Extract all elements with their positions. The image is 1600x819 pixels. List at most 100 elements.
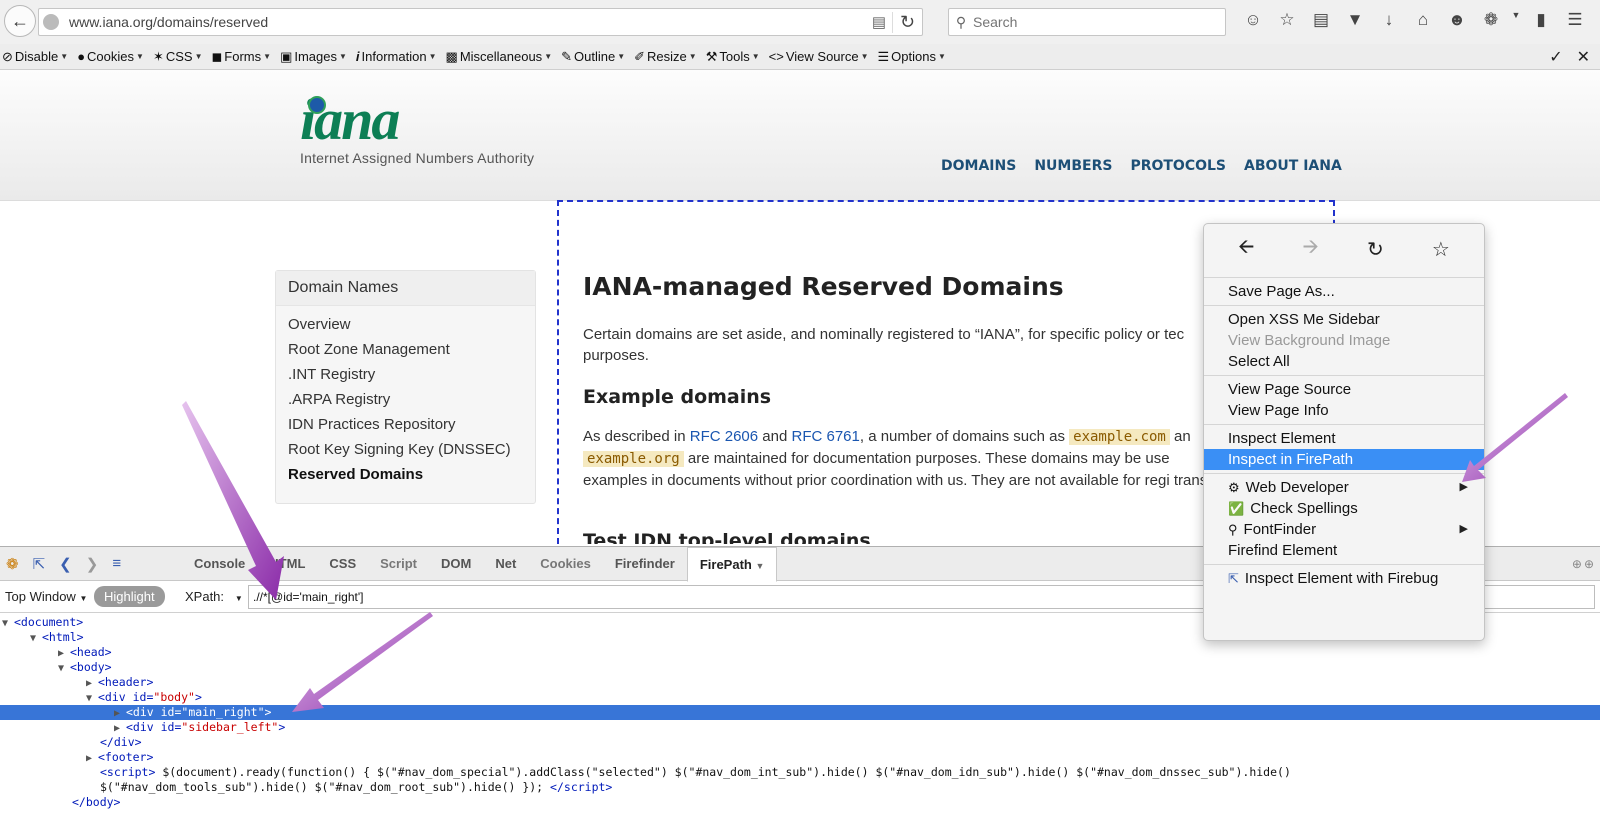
tree-row-div-close: </div> [100,735,142,749]
sidebar-item-reserved-domains[interactable]: Reserved Domains [276,462,535,487]
menu-icon[interactable]: ☰ [1558,10,1592,30]
reader-view-icon[interactable]: ▤ [866,13,892,31]
tree-row-sidebar-left[interactable]: ▶ <div id="sidebar_left"> [0,720,1600,735]
menu-select-all[interactable]: Select All [1204,351,1484,372]
search-input[interactable] [973,14,1213,30]
chevron-down-icon: ▼ [755,561,765,571]
image-icon: ▣ [280,48,293,64]
tab-html[interactable]: HTML [257,547,317,581]
tab-firefinder[interactable]: Firefinder [603,547,687,581]
nav-protocols[interactable]: PROTOCOLS [1130,158,1226,174]
wd-options-menu[interactable]: ☰ Options ▼ [878,49,946,65]
extension-face-icon[interactable]: ☺ [1236,10,1270,30]
wd-forms-menu[interactable]: ◼ Forms ▼ [212,49,272,65]
xpath-select[interactable]: XPath: ▼ [185,589,243,604]
top-window-select[interactable]: Top Window ▼ [5,589,87,604]
tab-cookies[interactable]: Cookies [528,547,603,581]
forward-icon[interactable]: ❯ [86,555,99,573]
tree-row-script[interactable]: <script> $(document).ready(function() { … [0,765,1600,780]
download-icon[interactable]: ↓ [1372,10,1406,30]
tab-console[interactable]: Console [182,547,257,581]
pocket-icon[interactable]: ▼ [1338,10,1372,30]
menu-web-developer[interactable]: ⚙ Web Developer ▶ [1204,477,1484,498]
menu-check-spellings[interactable]: ✅ Check Spellings [1204,498,1484,519]
menu-inspect-with-firebug[interactable]: ⇱ Inspect Element with Firebug [1204,568,1484,589]
tree-row-head[interactable]: ▶ <head> [0,645,1600,660]
rfc2606-link[interactable]: RFC 2606 [690,428,758,445]
search-bar[interactable]: ⚲ [948,8,1226,36]
tab-css[interactable]: CSS [317,547,368,581]
wd-tools-menu[interactable]: ⚒ Tools ▼ [706,49,760,65]
menu-view-page-info[interactable]: View Page Info [1204,400,1484,421]
menu-view-page-source[interactable]: View Page Source [1204,379,1484,400]
back-icon[interactable]: 🡨 [1238,232,1254,266]
cube-icon: ▩ [445,48,458,64]
url-bar[interactable]: www.iana.org/domains/reserved ▤ ↻ [38,8,923,36]
back-icon[interactable]: ❮ [59,555,72,573]
tree-row-div-body[interactable]: ▼ <div id="body"> [0,690,1600,705]
iana-logo[interactable]: iana Internet Assigned Numbers Authority [300,91,534,167]
wd-images-menu[interactable]: ▣ Images ▼ [280,49,347,65]
sidebar-item-root-key[interactable]: Root Key Signing Key (DNSSEC) [276,437,535,462]
dropdown-icon[interactable]: ▼ [1508,10,1524,30]
wd-miscellaneous-menu[interactable]: ▩ Miscellaneous ▼ [446,49,553,65]
highlight-button[interactable]: Highlight [94,586,165,607]
sidebar-item-idn-practices[interactable]: IDN Practices Repository [276,412,535,437]
sidebar-item-arpa-registry[interactable]: .ARPA Registry [276,387,535,412]
menu-inspect-element[interactable]: Inspect Element [1204,428,1484,449]
menu-fontfinder[interactable]: ⚲ FontFinder ▶ [1204,519,1484,540]
wd-disable-menu[interactable]: ⊘ Disable ▼ [2,49,68,65]
search-icon: ⚲ [955,13,967,30]
forward-icon[interactable]: 🡪 [1303,232,1319,266]
firebug-icon[interactable]: ❁ [1474,10,1508,30]
reading-list-icon[interactable]: ▤ [1304,10,1338,30]
firebug-window-controls[interactable]: ⊕⊕ [1572,557,1596,571]
tree-row-footer[interactable]: ▶ <footer> [0,750,1600,765]
menu-view-background-image: View Background Image [1228,332,1391,349]
menu-open-xss-me[interactable]: Open XSS Me Sidebar [1204,309,1484,330]
wd-resize-menu[interactable]: ✐ Resize ▼ [634,49,697,65]
close-icon[interactable]: ✕ [1577,47,1590,67]
sidebar-item-int-registry[interactable]: .INT Registry [276,362,535,387]
checkmark-icon[interactable]: ✓ [1549,47,1562,67]
tab-firepath[interactable]: FirePath ▼ [686,547,778,582]
firebug-icon[interactable]: ❁ [6,555,19,573]
wd-information-menu[interactable]: i Information ▼ [356,49,437,64]
back-button[interactable]: ← [4,5,36,37]
pencil-icon: ✎ [561,48,573,64]
bookmark-star-icon[interactable]: ☆ [1270,10,1304,30]
sidebar-item-overview[interactable]: Overview [276,312,535,337]
reload-icon[interactable]: ↻ [892,11,922,33]
sidebar-item-root-zone[interactable]: Root Zone Management [276,337,535,362]
menu-firefind-element[interactable]: Firefind Element [1204,540,1484,561]
rfc6761-link[interactable]: RFC 6761 [791,428,859,445]
nav-numbers[interactable]: NUMBERS [1034,158,1112,174]
menu-inspect-in-firepath[interactable]: Inspect in FirePath [1204,449,1484,470]
dom-tree: ▼ <document> ▼ <html> ▶ <head> ▼ <body> ▶ <he… [0,613,1600,810]
submenu-arrow-icon: ▶ [1459,481,1468,493]
wd-view-source-menu[interactable]: <> View Source ▼ [769,49,869,64]
home-icon[interactable]: ⌂ [1406,10,1440,30]
wd-css-menu[interactable]: ✶ CSS ▼ [153,49,203,65]
bookmark-star-icon[interactable]: ☆ [1432,237,1450,262]
wrench-icon: ⚒ [705,48,718,64]
reload-icon[interactable]: ↻ [1367,237,1384,262]
tab-script[interactable]: Script [368,547,429,581]
sidebar-icon[interactable]: ▮ [1524,10,1558,30]
nav-about-iana[interactable]: ABOUT IANA [1244,158,1342,174]
wd-cookies-menu[interactable]: ● Cookies ▼ [77,49,144,64]
tab-net[interactable]: Net [483,547,528,581]
back-arrow-icon: ← [11,10,29,31]
tree-row-main-right[interactable]: ▶ <div id="main_right"> [0,705,1600,720]
person-icon: ● [77,49,86,64]
nav-domains[interactable]: DOMAINS [941,158,1016,174]
menu-save-page-as[interactable]: Save Page As... [1204,281,1484,302]
tree-row-header[interactable]: ▶ <header> [0,675,1600,690]
tab-dom[interactable]: DOM [429,547,483,581]
chat-icon[interactable]: ☻ [1440,10,1474,30]
inspect-icon[interactable]: ⇱ [33,555,46,573]
command-line-icon[interactable]: ≡ [112,555,121,573]
tree-row-body[interactable]: ▼ <body> [0,660,1600,675]
wd-outline-menu[interactable]: ✎ Outline ▼ [561,49,625,65]
url-text[interactable]: www.iana.org/domains/reserved [69,14,866,30]
